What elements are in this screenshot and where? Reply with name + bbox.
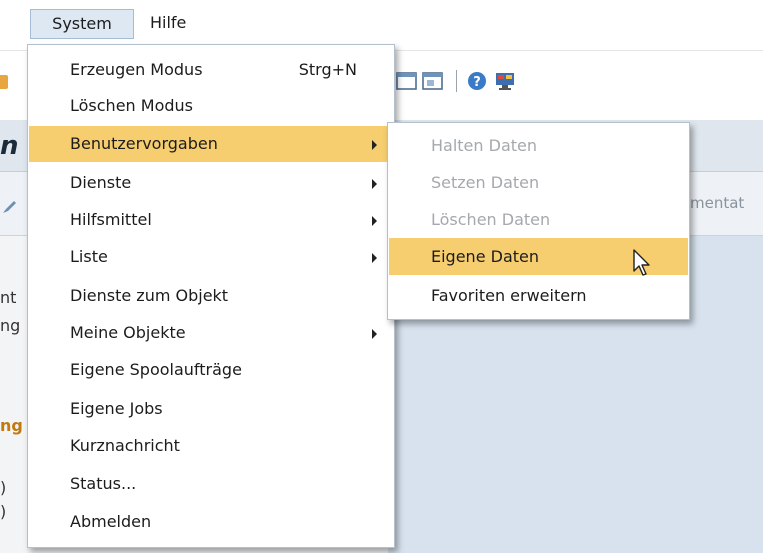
chevron-right-icon <box>372 329 377 339</box>
window-icon[interactable] <box>422 71 444 91</box>
menu-item-status[interactable]: Status... <box>29 466 393 502</box>
side-text: ) <box>0 502 7 521</box>
menu-item-liste[interactable]: Liste <box>29 239 393 275</box>
menu-item-label: Benutzervorgaben <box>70 134 218 153</box>
menu-item-label: Kurznachricht <box>70 436 180 455</box>
side-text: nt <box>0 288 17 307</box>
system-menu: Erzeugen Modus Strg+N Löschen Modus Benu… <box>27 44 395 548</box>
menu-item-dienste[interactable]: Dienste <box>29 165 393 201</box>
menu-item-label: Dienste zum Objekt <box>70 286 229 305</box>
menubar: System Hilfe <box>0 0 763 46</box>
submenu-item-label: Löschen Daten <box>431 210 551 229</box>
benutzervorgaben-submenu: Halten Daten Setzen Daten Löschen Daten … <box>387 122 690 320</box>
mouse-pointer-icon <box>633 249 650 276</box>
pen-icon[interactable] <box>2 200 20 214</box>
monitor-icon[interactable] <box>494 71 516 91</box>
window-icon[interactable] <box>396 71 418 91</box>
menu-item-label: Meine Objekte <box>70 323 186 342</box>
menu-item-label: Status... <box>70 474 137 493</box>
menu-item-meine-objekte[interactable]: Meine Objekte <box>29 315 393 351</box>
chevron-right-icon <box>372 179 377 189</box>
menu-item-label: Erzeugen Modus <box>70 60 203 79</box>
menu-item-hilfsmittel[interactable]: Hilfsmittel <box>29 202 393 238</box>
menu-item-label: Dienste <box>70 173 132 192</box>
menu-item-label: Liste <box>70 247 108 266</box>
menu-item-eigene-spoolauftraege[interactable]: Eigene Spoolaufträge <box>29 352 393 388</box>
menu-item-dienste-zum-objekt[interactable]: Dienste zum Objekt <box>29 278 393 314</box>
toolbar-separator <box>456 70 457 92</box>
menu-item-label: Abmelden <box>70 512 152 531</box>
toolbar-partial-icon[interactable] <box>0 75 8 89</box>
submenu-item-loeschen-daten[interactable]: Löschen Daten <box>389 201 688 238</box>
side-text: ) <box>0 478 7 497</box>
submenu-item-label: Favoriten erweitern <box>431 286 587 305</box>
menu-item-label: Löschen Modus <box>70 96 193 115</box>
menu-item-kurznachricht[interactable]: Kurznachricht <box>29 428 393 464</box>
menu-item-label: Eigene Jobs <box>70 399 163 418</box>
column-header: mentat <box>690 194 745 212</box>
chevron-right-icon <box>372 253 377 263</box>
side-text: ng <box>0 316 21 335</box>
submenu-item-setzen-daten[interactable]: Setzen Daten <box>389 164 688 201</box>
submenu-item-label: Eigene Daten <box>431 247 540 266</box>
menu-item-eigene-jobs[interactable]: Eigene Jobs <box>29 391 393 427</box>
chevron-right-icon <box>372 140 377 150</box>
menubar-help[interactable]: Hilfe <box>140 9 196 39</box>
menu-item-abmelden[interactable]: Abmelden <box>29 504 393 540</box>
menu-item-label: Eigene Spoolaufträge <box>70 360 242 379</box>
menu-item-label: Hilfsmittel <box>70 210 152 229</box>
menu-item-benutzervorgaben[interactable]: Benutzervorgaben <box>29 126 393 162</box>
menu-item-loeschen-modus[interactable]: Löschen Modus <box>29 88 393 124</box>
svg-text:?: ? <box>473 75 481 90</box>
submenu-item-halten-daten[interactable]: Halten Daten <box>389 127 688 164</box>
help-icon[interactable]: ? <box>466 71 488 91</box>
submenu-item-label: Setzen Daten <box>431 173 540 192</box>
side-text: ng <box>0 416 23 435</box>
menu-item-shortcut: Strg+N <box>298 60 357 79</box>
submenu-item-favoriten-erweitern[interactable]: Favoriten erweitern <box>389 277 688 314</box>
chevron-right-icon <box>372 216 377 226</box>
menu-item-erzeugen-modus[interactable]: Erzeugen Modus Strg+N <box>29 52 393 88</box>
page-title: n <box>0 131 19 161</box>
menubar-system[interactable]: System <box>30 9 134 39</box>
submenu-item-label: Halten Daten <box>431 136 538 155</box>
